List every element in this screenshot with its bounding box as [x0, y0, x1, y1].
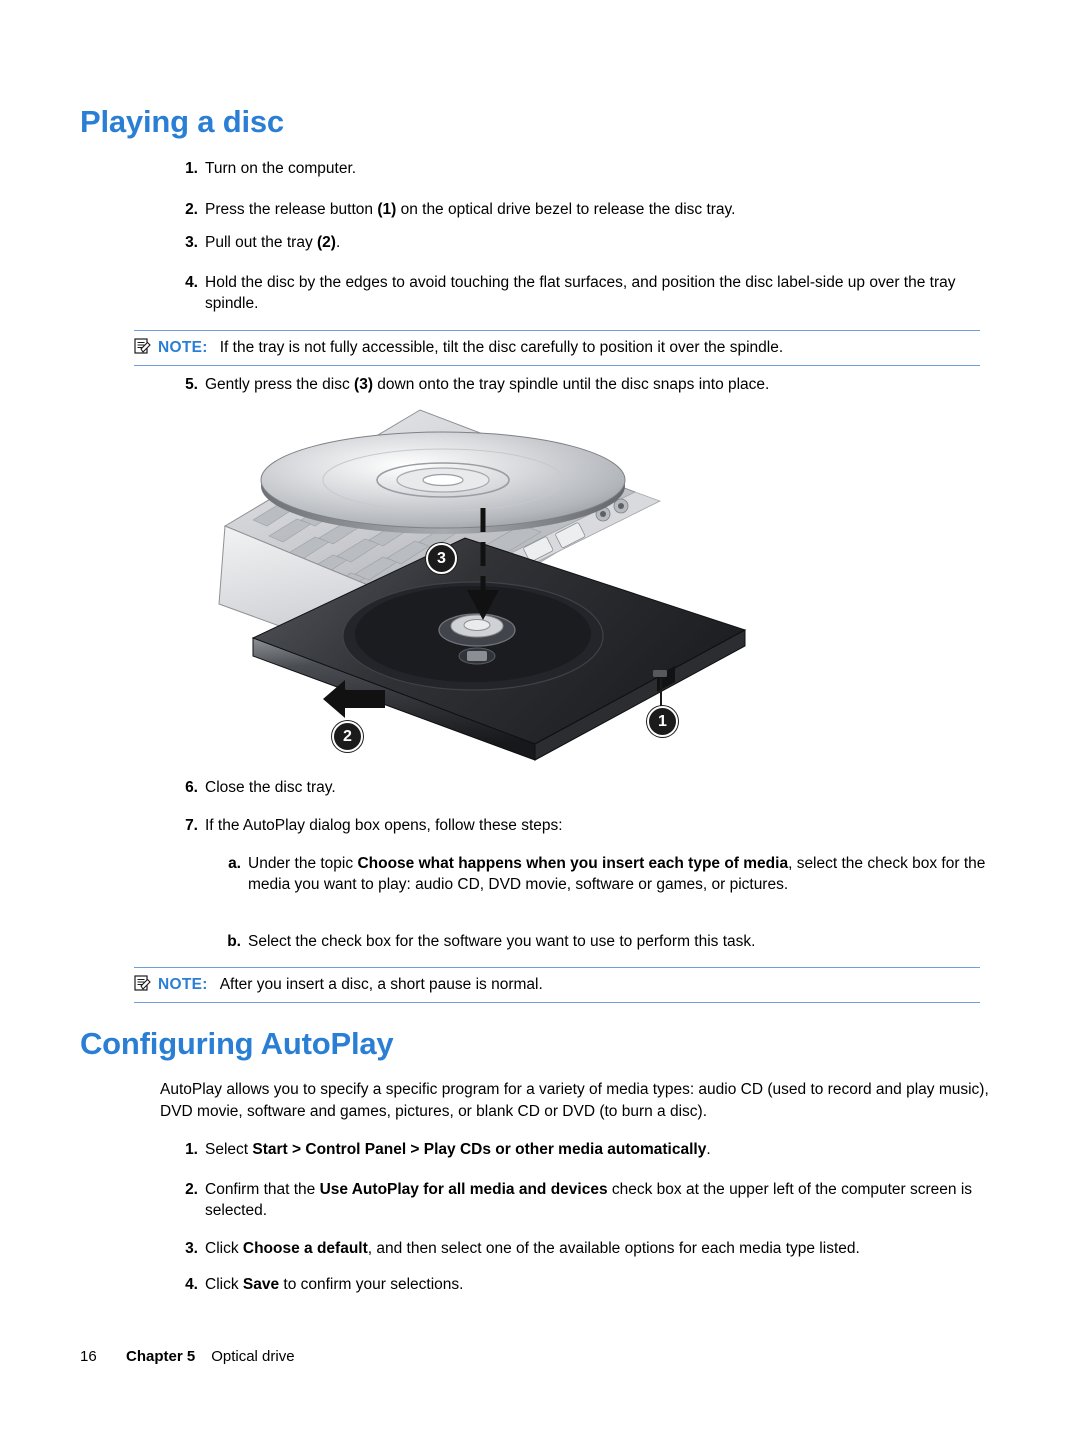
step-text: Click Choose a default, and then select …: [205, 1240, 860, 1257]
step-number: 5.: [185, 376, 198, 393]
list-item-step-1: 1. Turn on the computer.: [160, 158, 1000, 179]
page-title-configuring-autoplay: Configuring AutoPlay: [80, 1026, 394, 1061]
step-number: 4.: [185, 1276, 198, 1293]
list-item-autoplay-step-1: 1. Select Start > Control Panel > Play C…: [160, 1139, 1020, 1160]
substep-text: Select the check box for the software yo…: [248, 933, 756, 950]
callout-2: 2: [332, 721, 363, 752]
substep-text: Under the topic Choose what happens when…: [248, 855, 986, 893]
step-text: Press the release button (1) on the opti…: [205, 201, 736, 218]
list-item-autoplay-step-4: 4. Click Save to confirm your selections…: [160, 1274, 1020, 1295]
step-number: 3.: [185, 1240, 198, 1257]
step-number: 1.: [185, 1141, 198, 1158]
list-item-step-2: 2. Press the release button (1) on the o…: [160, 199, 1020, 220]
step-text: Pull out the tray (2).: [205, 234, 341, 251]
step-number: 2.: [185, 201, 198, 218]
step-text: Confirm that the Use AutoPlay for all me…: [205, 1181, 973, 1219]
step-number: 7.: [185, 817, 198, 834]
step-number: 3.: [185, 234, 198, 251]
step-number: 4.: [185, 274, 198, 291]
step-text: Hold the disc by the edges to avoid touc…: [205, 274, 956, 312]
step-text: Close the disc tray.: [205, 779, 336, 796]
step-text: Select Start > Control Panel > Play CDs …: [205, 1141, 711, 1158]
autoplay-intro-paragraph: AutoPlay allows you to specify a specifi…: [160, 1081, 989, 1120]
note-text: After you insert a disc, a short pause i…: [219, 976, 543, 993]
step-number: 6.: [185, 779, 198, 796]
list-item-step-5: 5. Gently press the disc (3) down onto t…: [160, 374, 1020, 395]
footer-chapter: Chapter 5: [126, 1348, 196, 1365]
note-icon: [134, 338, 151, 354]
note-icon: [134, 975, 151, 991]
note-label: NOTE:: [158, 339, 208, 356]
step-text: Turn on the computer.: [205, 160, 357, 177]
page-footer: 16 Chapter 5 Optical drive: [80, 1348, 295, 1365]
callout-1: 1: [647, 706, 678, 737]
note-text: If the tray is not fully accessible, til…: [219, 339, 784, 356]
illustration-optical-drive: 3 2 1: [205, 408, 765, 763]
list-item-substep-b: b. Select the check box for the software…: [203, 931, 1003, 952]
footer-page-number: 16: [80, 1348, 97, 1365]
footer-section: Optical drive: [211, 1348, 295, 1365]
substep-number: b.: [227, 933, 241, 950]
list-item-step-3: 3. Pull out the tray (2).: [160, 232, 1020, 253]
note-label: NOTE:: [158, 976, 208, 993]
illustration-svg: [218, 409, 747, 761]
note-callout-tray-access: NOTE: If the tray is not fully accessible…: [134, 330, 980, 366]
step-text: If the AutoPlay dialog box opens, follow…: [205, 817, 563, 834]
note-callout-pause: NOTE: After you insert a disc, a short pa…: [134, 967, 980, 1003]
list-item-autoplay-step-2: 2. Confirm that the Use AutoPlay for all…: [160, 1179, 996, 1221]
step-number: 2.: [185, 1181, 198, 1198]
list-item-step-7: 7. If the AutoPlay dialog box opens, fol…: [160, 815, 1020, 836]
list-item-substep-a: a. Under the topic Choose what happens w…: [203, 853, 1003, 895]
step-text: Click Save to confirm your selections.: [205, 1276, 464, 1293]
document-page: Playing a disc 1. Turn on the computer. …: [0, 0, 1080, 1437]
step-number: 1.: [185, 160, 198, 177]
list-item-step-6: 6. Close the disc tray.: [160, 777, 1020, 798]
callout-3: 3: [426, 543, 457, 574]
page-title-playing-a-disc: Playing a disc: [80, 104, 284, 139]
substep-number: a.: [228, 855, 241, 872]
list-item-step-4: 4. Hold the disc by the edges to avoid t…: [160, 272, 1002, 314]
step-text: Gently press the disc (3) down onto the …: [205, 376, 770, 393]
optical-disc: [260, 431, 626, 534]
list-item-autoplay-step-3: 3. Click Choose a default, and then sele…: [160, 1238, 1020, 1259]
